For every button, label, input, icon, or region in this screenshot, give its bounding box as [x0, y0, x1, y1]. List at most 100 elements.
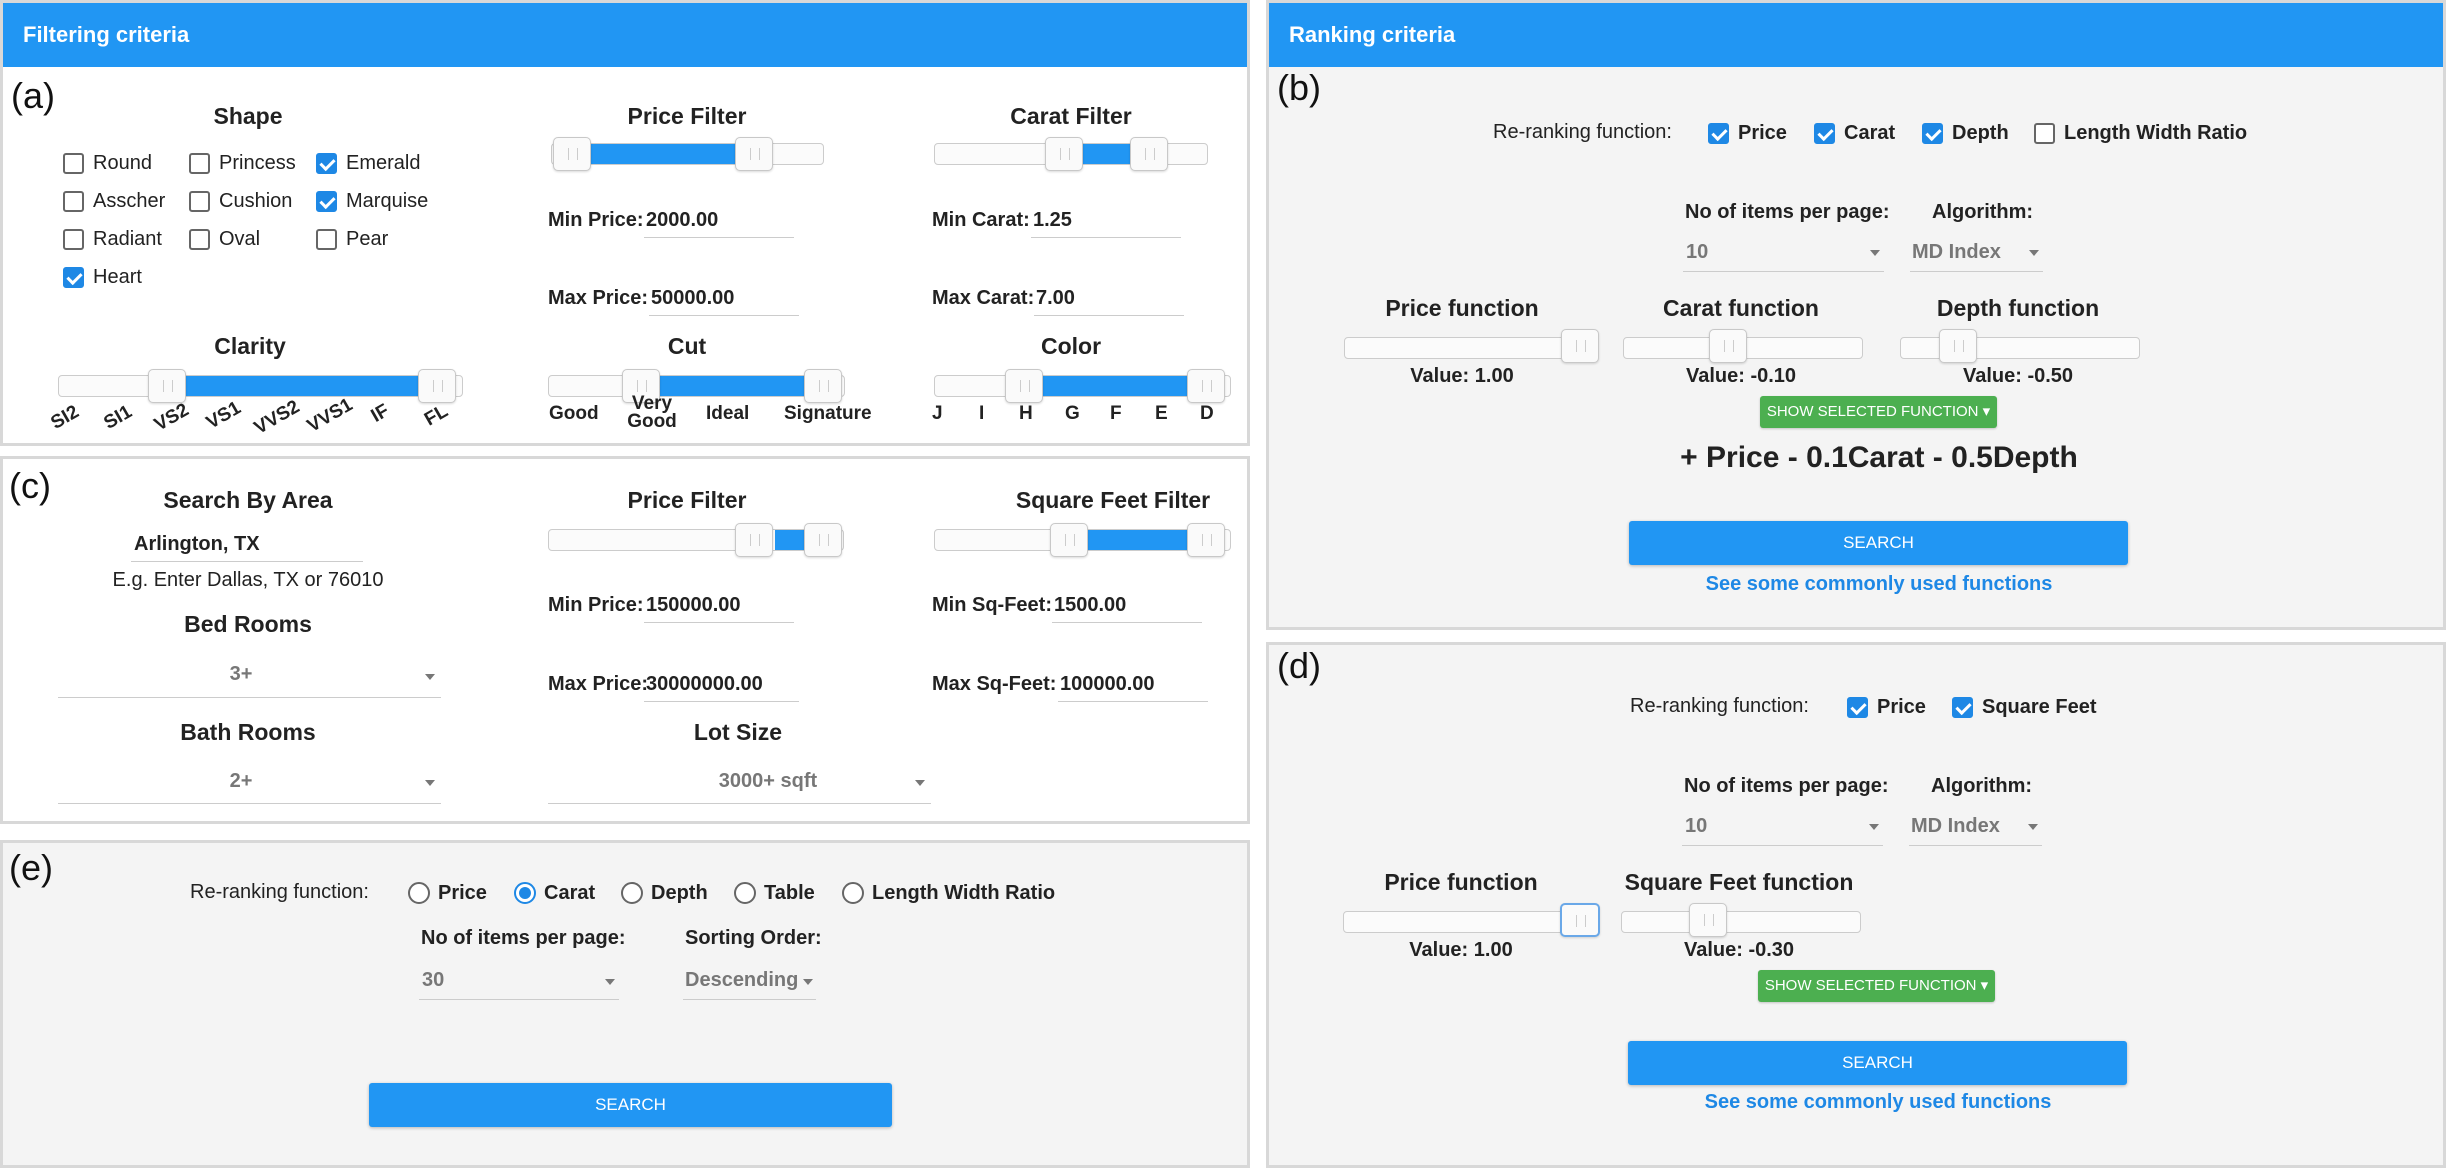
rerank-label: Re-ranking function:	[1493, 121, 1672, 143]
per-page-select[interactable]: 10	[1686, 241, 1708, 264]
panel-tag: (b)	[1277, 67, 1321, 108]
carat-min-handle[interactable]	[1045, 137, 1083, 171]
radio-icon	[734, 882, 756, 904]
cut-tick: Signature	[784, 403, 872, 424]
price-min-handle[interactable]	[553, 137, 591, 171]
panel-tag: (a)	[11, 75, 55, 116]
algorithm-select[interactable]: MD Index	[1912, 241, 2001, 264]
price-function-value: Value: 1.00	[1409, 939, 1513, 961]
carat-function-handle[interactable]	[1709, 329, 1747, 363]
sort-order-select[interactable]: Descending	[685, 969, 798, 992]
panel-tag: (e)	[9, 847, 53, 888]
algorithm-select[interactable]: MD Index	[1911, 815, 2000, 838]
rerank-radio-price[interactable]: Price	[408, 881, 487, 905]
max-sqft-input[interactable]: 100000.00	[1060, 673, 1155, 696]
shape-checkbox-pear[interactable]: Pear	[316, 227, 388, 251]
depth-function-value: Value: -0.50	[1962, 365, 2074, 387]
depth-function-title: Depth function	[1936, 295, 2100, 321]
max-sqft-label: Max Sq-Feet:	[932, 673, 1057, 695]
area-search-input[interactable]: Arlington, TX	[134, 533, 260, 556]
search-button[interactable]: SEARCH	[1628, 1041, 2127, 1085]
shape-checkbox-princess[interactable]: Princess	[189, 151, 296, 175]
price-function-slider[interactable]	[1344, 337, 1584, 359]
min-price-input[interactable]: 2000.00	[646, 209, 718, 232]
lot-size-select[interactable]: 3000+ sqft	[719, 770, 817, 793]
sqft-max-handle[interactable]	[1187, 523, 1225, 557]
max-price-input[interactable]: 50000.00	[651, 287, 734, 310]
carat-max-handle[interactable]	[1130, 137, 1168, 171]
common-functions-link[interactable]: See some commonly used functions	[1706, 573, 2053, 596]
common-functions-link[interactable]: See some commonly used functions	[1705, 1091, 2052, 1114]
rerank-checkbox-square-feet[interactable]: Square Feet	[1952, 695, 2096, 719]
search-button[interactable]: SEARCH	[1629, 521, 2128, 565]
sqft-function-handle[interactable]	[1689, 903, 1727, 937]
per-page-select[interactable]: 10	[1685, 815, 1707, 838]
input-underline	[1034, 315, 1184, 316]
house-price-max-handle[interactable]	[804, 523, 842, 557]
min-price-input[interactable]: 150000.00	[646, 594, 741, 617]
max-price-input[interactable]: 30000000.00	[646, 673, 763, 696]
color-tick: D	[1200, 403, 1214, 424]
shape-checkbox-oval[interactable]: Oval	[189, 227, 260, 251]
max-carat-input[interactable]: 7.00	[1036, 287, 1075, 310]
shape-checkbox-radiant[interactable]: Radiant	[63, 227, 162, 251]
shape-title: Shape	[213, 103, 283, 129]
bed-rooms-select[interactable]: 3+	[230, 663, 253, 686]
shape-checkbox-emerald[interactable]: Emerald	[316, 151, 420, 175]
bed-rooms-title: Bed Rooms	[184, 611, 312, 637]
show-selected-function-button[interactable]: SHOW SELECTED FUNCTION ▾	[1758, 970, 1995, 1002]
rerank-checkbox-lwr[interactable]: Length Width Ratio	[2034, 121, 2247, 145]
shape-checkbox-heart[interactable]: Heart	[63, 265, 142, 289]
rerank-checkbox-depth[interactable]: Depth	[1922, 121, 2009, 145]
panel-sorting: (e) Re-ranking function: Price Carat Dep…	[0, 840, 1250, 1168]
clarity-tick: IF	[367, 400, 393, 427]
search-button[interactable]: SEARCH	[369, 1083, 892, 1127]
clarity-min-handle[interactable]	[148, 369, 186, 403]
color-min-handle[interactable]	[1005, 369, 1043, 403]
rerank-radio-table[interactable]: Table	[734, 881, 815, 905]
depth-function-handle[interactable]	[1939, 329, 1977, 363]
chevron-down-icon	[425, 674, 435, 680]
select-underline	[1910, 271, 2043, 272]
sqft-function-title: Square Feet function	[1624, 869, 1854, 895]
shape-checkbox-round[interactable]: Round	[63, 151, 152, 175]
rerank-radio-depth[interactable]: Depth	[621, 881, 708, 905]
clarity-max-handle[interactable]	[418, 369, 456, 403]
rerank-radio-carat[interactable]: Carat	[514, 881, 595, 905]
show-selected-function-button[interactable]: SHOW SELECTED FUNCTION ▾	[1760, 396, 1997, 428]
sort-order-label: Sorting Order:	[685, 927, 822, 949]
price-function-handle[interactable]	[1560, 903, 1600, 937]
clarity-tick: SI1	[100, 401, 136, 434]
rerank-radio-lwr[interactable]: Length Width Ratio	[842, 881, 1055, 905]
shape-checkbox-marquise[interactable]: Marquise	[316, 189, 428, 213]
sqft-function-slider[interactable]	[1621, 911, 1861, 933]
min-carat-input[interactable]: 1.25	[1033, 209, 1072, 232]
checkbox-checked-icon	[1708, 122, 1729, 144]
house-price-min-handle[interactable]	[735, 523, 773, 557]
price-function-handle[interactable]	[1561, 329, 1599, 363]
shape-checkbox-cushion[interactable]: Cushion	[189, 189, 292, 213]
per-page-select[interactable]: 30	[422, 969, 444, 992]
shape-checkbox-asscher[interactable]: Asscher	[63, 189, 165, 213]
panel-header: Filtering criteria	[3, 3, 1247, 67]
rerank-checkbox-carat[interactable]: Carat	[1814, 121, 1895, 145]
clarity-tick: VS1	[202, 397, 245, 434]
min-sqft-input[interactable]: 1500.00	[1054, 594, 1126, 617]
depth-function-slider[interactable]	[1900, 337, 2140, 359]
price-max-handle[interactable]	[735, 137, 773, 171]
rerank-checkbox-price[interactable]: Price	[1708, 121, 1787, 145]
color-max-handle[interactable]	[1187, 369, 1225, 403]
chevron-down-icon	[915, 780, 925, 786]
max-price-label: Max Price:	[548, 287, 649, 309]
clarity-range-fill	[183, 376, 423, 396]
cut-max-handle[interactable]	[804, 369, 842, 403]
select-underline	[1909, 845, 2042, 846]
min-price-label: Min Price:	[548, 209, 644, 231]
rerank-checkbox-price[interactable]: Price	[1847, 695, 1926, 719]
sqft-min-handle[interactable]	[1050, 523, 1088, 557]
checkbox-icon	[316, 228, 337, 250]
lot-size-title: Lot Size	[693, 719, 783, 745]
bath-rooms-select[interactable]: 2+	[230, 770, 253, 793]
per-page-label: No of items per page:	[421, 927, 626, 949]
price-function-slider[interactable]	[1343, 911, 1583, 933]
